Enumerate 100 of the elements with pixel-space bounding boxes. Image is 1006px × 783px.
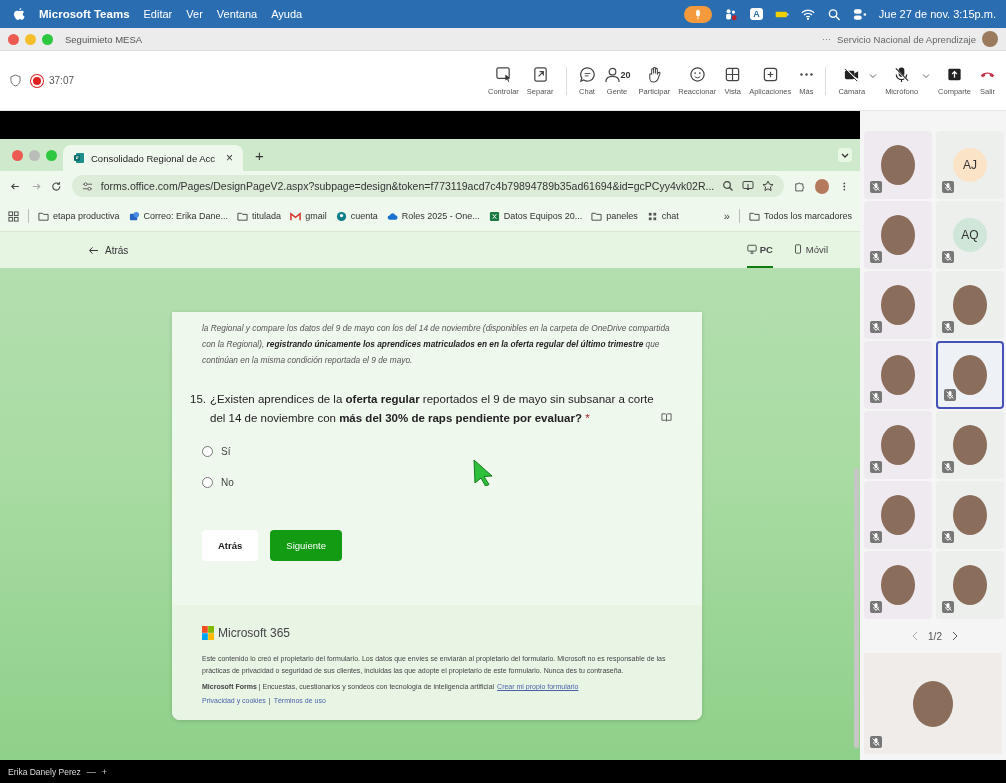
camera-off-icon [843,66,861,83]
bookmark[interactable]: gmail [290,210,327,222]
bookmark[interactable]: etapa productiva [38,210,120,222]
avatar-placeholder [953,425,987,465]
avatar-placeholder [881,565,915,605]
folder-icon [748,210,760,222]
bookmark[interactable]: Datos Equipos 20... [488,210,583,222]
shield-icon[interactable] [10,74,21,87]
caret-icon[interactable] [922,72,931,79]
participant-tile[interactable] [864,271,932,339]
monitor-cursor-icon [494,66,512,83]
participant-tile[interactable] [864,201,932,269]
folder-icon [237,210,249,222]
back-link[interactable]: Atrás [88,244,129,256]
bookmark[interactable]: chat [646,210,679,222]
browser-tab[interactable]: Consolidado Regional de Acc × [63,145,243,171]
monitor-icon [746,244,757,254]
participant-tile[interactable]: AQ [936,201,1004,269]
presenter-control[interactable]: + [101,766,108,777]
microphone-off-icon [870,321,882,333]
bookmark[interactable]: titulada [237,210,282,222]
participant-tile[interactable] [864,551,932,619]
radio-button[interactable] [202,446,213,457]
apple-logo-icon[interactable] [14,7,25,21]
bookmark[interactable]: cuenta [335,210,378,222]
chevron-down-icon[interactable] [838,148,852,162]
apps-grid-icon[interactable] [8,210,19,222]
menu-bar-clock[interactable]: Jue 27 de nov. 3:15p.m. [878,8,996,20]
phone-icon [792,244,803,254]
preview-tab[interactable]: Móvil [792,232,828,268]
avatar-placeholder [881,145,915,185]
all-bookmarks-folder[interactable]: Todos los marcadores [748,210,852,222]
microphone-off-icon [870,181,882,193]
back-button[interactable]: Atrás [202,530,259,561]
avatar-placeholder [881,285,915,325]
participant-tile[interactable] [936,411,1004,479]
scrollbar-thumb[interactable] [854,468,859,748]
participant-tile[interactable] [936,341,1004,409]
close-window-button[interactable] [8,33,19,45]
presenter-name: Erika Danely Perez [8,766,81,777]
menu-item[interactable]: Ventana [216,8,258,20]
participant-tile[interactable] [864,341,932,409]
radio-option[interactable]: Sí [202,446,672,457]
reload-icon[interactable] [51,180,62,192]
chevron-right-icon[interactable] [951,631,958,641]
control-center-icon[interactable] [852,7,867,21]
menu-item[interactable]: Ayuda [271,8,303,20]
participant-tile[interactable] [936,481,1004,549]
participant-count: 20 [620,69,631,80]
organization-name[interactable]: Servicio Nacional de Aprendizaje [837,33,976,45]
close-tab-button[interactable]: × [226,151,233,165]
search-icon[interactable] [826,7,841,21]
address-bar[interactable]: forms.office.com/Pages/DesignPageV2.aspx?subpage=design&token=f773119acd7c4b79894789b35ad61694&id=gcPCyy4vk02R... [71,175,785,197]
bookmark[interactable]: Roles 2025 - One... [386,210,480,222]
participant-tile[interactable]: AJ [936,131,1004,199]
avatar-placeholder[interactable] [982,31,998,47]
menu-item[interactable]: Editar [143,8,173,20]
initials-avatar: AQ [953,218,987,252]
microsoft-logo-icon [202,625,214,641]
profile-avatar[interactable] [814,178,830,194]
add-square-icon [761,66,779,83]
participant-tile[interactable] [936,551,1004,619]
bookmark-star-icon[interactable] [762,180,775,192]
keyboard-input-indicator[interactable]: A [750,8,763,20]
next-button[interactable]: Siguiente [270,530,342,561]
microphone-off-icon [942,461,954,473]
zoom-icon[interactable] [722,180,735,192]
grid-icon [724,66,742,83]
close-window-button[interactable] [12,149,23,161]
book-icon[interactable] [661,412,672,423]
people-icon[interactable] [724,7,739,21]
participant-tile[interactable] [936,271,1004,339]
folder-icon [38,210,49,222]
share-screen-icon [946,66,964,83]
bookmark[interactable]: Correo: Erika Dane... [128,210,229,222]
radio-button[interactable] [202,477,213,488]
chevron-left-icon[interactable] [912,631,919,641]
new-tab-button[interactable]: + [255,146,264,164]
install-app-icon[interactable] [742,180,755,192]
participant-tile[interactable] [864,131,932,199]
radio-option[interactable]: No [202,477,672,488]
participant-tile[interactable] [864,481,932,549]
participant-tile[interactable] [864,411,932,479]
more-bookmarks-button[interactable]: » [723,210,730,222]
initials-avatar: AJ [953,148,987,182]
microphone-off-icon [870,391,882,403]
more-options-button[interactable]: ··· [822,34,832,44]
question-number: 15. [190,392,206,407]
meeting-timer: 37:07 [49,75,75,86]
window-title: Seguimieto MESA [65,33,143,45]
app-menu[interactable]: Microsoft Teams [39,8,130,20]
menu-item[interactable]: Ver [186,8,203,20]
caret-icon[interactable] [869,72,878,79]
extensions-icon[interactable] [794,180,805,192]
presenter-control[interactable]: — [86,766,96,777]
bookmark[interactable]: paneles [591,210,638,222]
microphone-indicator-icon[interactable] [684,5,713,23]
circle-logo-icon [335,210,347,222]
forms-logo-icon [73,152,85,164]
wifi-icon[interactable] [800,7,815,21]
